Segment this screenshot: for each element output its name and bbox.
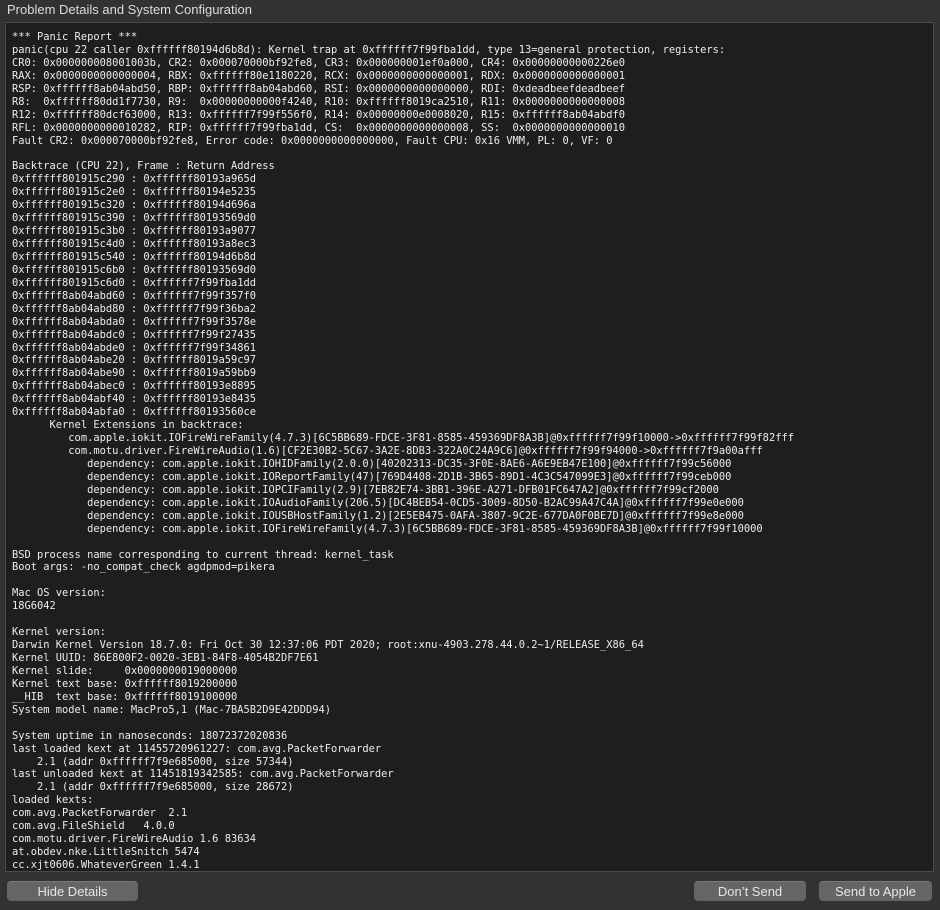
report-line: 0xffffff8ab04abf40 : 0xffffff80193e8435 (12, 393, 256, 406)
report-line: com.motu.driver.FireWireAudio 1.6 83634 (12, 833, 256, 846)
report-line: Kernel text base: 0xffffff8019200000 (12, 677, 238, 690)
send-to-apple-button[interactable]: Send to Apple (819, 881, 932, 901)
report-line: 0xffffff8ab04abdc0 : 0xffffff7f99f27435 (12, 328, 256, 341)
report-line (12, 717, 929, 730)
report-line: com.avg.PacketForwarder 2.1 (12, 807, 188, 820)
report-line: 0xffffff801915c290 : 0xffffff80193a965d (12, 173, 256, 186)
dont-send-button[interactable]: Don’t Send (694, 881, 806, 901)
report-line: CR0: 0x000000008001003b, CR2: 0x00007000… (12, 56, 626, 69)
report-line: RAX: 0x0000000000000004, RBX: 0xffffff80… (12, 69, 626, 82)
report-line: *** Panic Report *** (12, 31, 138, 43)
report-line: dependency: com.apple.iokit.IOReportFami… (12, 470, 732, 483)
report-line: 0xffffff801915c6d0 : 0xffffff7f99fba1dd (12, 276, 256, 289)
report-line: loaded kexts: (12, 794, 94, 807)
report-line: dependency: com.apple.iokit.IOFireWireFa… (12, 522, 763, 535)
report-line: dependency: com.apple.iokit.IOUSBHostFam… (12, 509, 744, 522)
report-line: RSP: 0xffffff8ab04abd50, RBP: 0xffffff8a… (12, 82, 626, 95)
report-line: last loaded kext at 11455720961227: com.… (12, 742, 382, 755)
report-line: 0xffffff8ab04abec0 : 0xffffff80193e8895 (12, 380, 256, 393)
report-line: System model name: MacPro5,1 (Mac-7BA5B2… (12, 703, 332, 716)
panic-report-textview[interactable]: *** Panic Report *** panic(cpu 22 caller … (5, 22, 934, 872)
report-line: 0xffffff8ab04abe90 : 0xffffff8019a59bb9 (12, 367, 256, 380)
report-line: Darwin Kernel Version 18.7.0: Fri Oct 30… (12, 639, 644, 652)
report-line: 0xffffff8ab04abd80 : 0xffffff7f99f36ba2 (12, 302, 256, 315)
report-line: Backtrace (CPU 22), Frame : Return Addre… (12, 160, 275, 173)
report-line: 0xffffff801915c390 : 0xffffff80193569d0 (12, 212, 256, 225)
report-line: 2.1 (addr 0xffffff7f9e685000, size 57344… (12, 755, 294, 768)
report-line: com.avg.FileShield 4.0.0 (12, 820, 175, 833)
report-line: dependency: com.apple.iokit.IOHIDFamily(… (12, 457, 732, 470)
report-line: 0xffffff801915c4d0 : 0xffffff80193a8ec3 (12, 238, 256, 250)
report-line (12, 536, 929, 549)
report-line: com.apple.iokit.IOFireWireFamily(4.7.3)[… (12, 432, 794, 445)
panic-report-text: *** Panic Report *** panic(cpu 22 caller … (12, 31, 929, 871)
report-line: 0xffffff801915c320 : 0xffffff80194d696a (12, 199, 256, 212)
report-line: R12: 0xffffff80dcf63000, R13: 0xffffff7f… (12, 108, 626, 121)
report-line: Kernel UUID: 86E800F2-0020-3EB1-84F8-405… (12, 652, 319, 664)
report-line: BSD process name corresponding to curren… (12, 548, 394, 561)
scrollbar[interactable] (924, 23, 932, 871)
report-line: 18G6042 (12, 600, 56, 613)
report-line: dependency: com.apple.iokit.IOAudioFamil… (12, 496, 744, 509)
report-line: 0xffffff8ab04abe20 : 0xffffff8019a59c97 (12, 354, 256, 367)
report-line (12, 613, 929, 626)
report-line: last unloaded kext at 11451819342585: co… (12, 768, 394, 781)
report-line: at.obdev.nke.LittleSnitch 5474 (12, 846, 200, 859)
report-line: 0xffffff801915c3b0 : 0xffffff80193a9077 (12, 225, 256, 238)
report-line: Fault CR2: 0x000070000bf92fe8, Error cod… (12, 134, 613, 147)
report-line: cc.xjt0606.WhateverGreen 1.4.1 (12, 859, 200, 871)
hide-details-button[interactable]: Hide Details (7, 881, 138, 901)
report-line: 0xffffff8ab04abda0 : 0xffffff7f99f3578e (12, 315, 256, 328)
report-line: Kernel slide: 0x0000000019000000 (12, 664, 238, 677)
report-line: __HIB text base: 0xffffff8019100000 (12, 690, 238, 703)
report-line: Kernel version: (12, 626, 106, 639)
report-line: 0xffffff8ab04abd60 : 0xffffff7f99f357f0 (12, 289, 256, 302)
report-line: panic(cpu 22 caller 0xffffff80194d6b8d):… (12, 43, 726, 56)
report-line (12, 147, 929, 160)
report-line: dependency: com.apple.iokit.IOPCIFamily(… (12, 483, 719, 496)
report-line: com.motu.driver.FireWireAudio(1.6)[CF2E3… (12, 445, 763, 457)
report-line: 0xffffff8ab04abfa0 : 0xffffff80193560ce (12, 406, 256, 419)
report-line: 0xffffff801915c540 : 0xffffff80194d6b8d (12, 250, 256, 263)
report-line: R8: 0xffffff80dd1f7730, R9: 0x0000000000… (12, 95, 626, 108)
report-line: 2.1 (addr 0xffffff7f9e685000, size 28672… (12, 781, 294, 794)
report-line: Kernel Extensions in backtrace: (12, 419, 244, 432)
report-line: 0xffffff8ab04abde0 : 0xffffff7f99f34861 (12, 341, 256, 354)
report-line: Boot args: -no_compat_check agdpmod=pike… (12, 561, 275, 574)
report-line: 0xffffff801915c2e0 : 0xffffff80194e5235 (12, 186, 256, 199)
report-line: 0xffffff801915c6b0 : 0xffffff80193569d0 (12, 263, 256, 276)
window-title: Problem Details and System Configuration (7, 2, 252, 17)
report-line (12, 574, 929, 587)
report-line: Mac OS version: (12, 587, 106, 600)
report-line: System uptime in nanoseconds: 1807237202… (12, 729, 288, 742)
report-line: RFL: 0x0000000000010282, RIP: 0xffffff7f… (12, 121, 626, 134)
